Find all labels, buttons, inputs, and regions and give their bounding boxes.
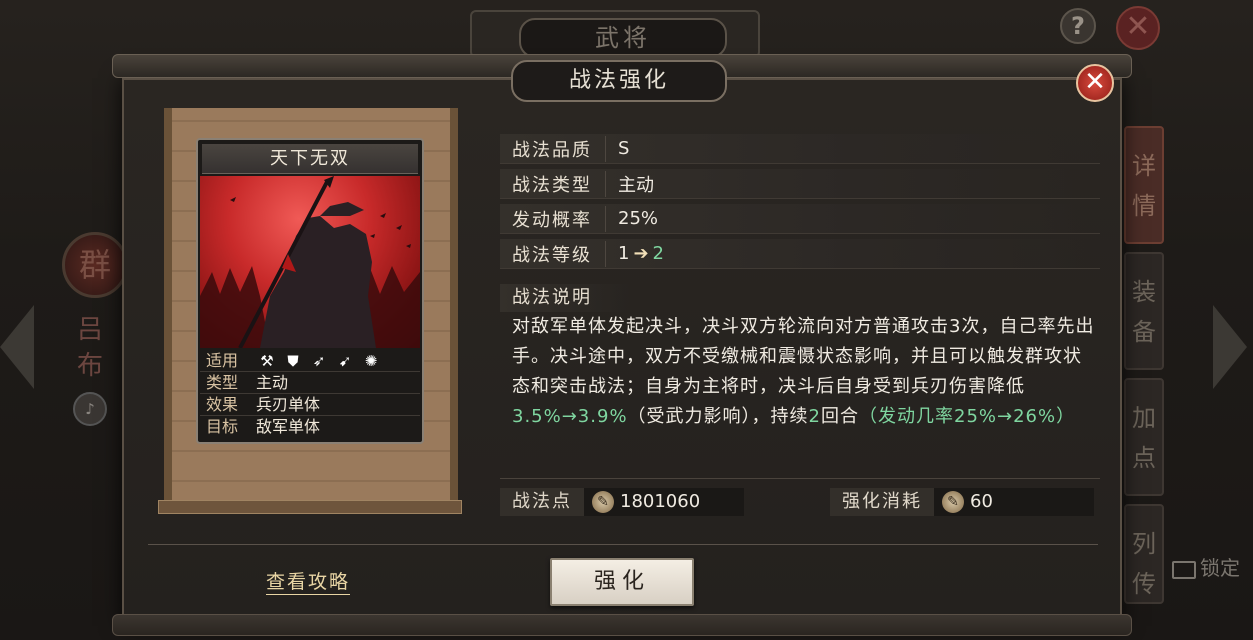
cost-value-box: ✎ 60 bbox=[934, 488, 1094, 516]
lock-label: 锁定 bbox=[1200, 556, 1240, 580]
stat-row-type: 类型 主动 bbox=[200, 372, 420, 394]
stat-value: 兵刃单体 bbox=[256, 395, 321, 414]
top-tab-title[interactable]: 武将 bbox=[519, 18, 727, 58]
stat-row-target: 目标 敌军单体 bbox=[200, 416, 420, 438]
background-close-icon[interactable]: ✕ bbox=[1116, 6, 1160, 50]
cost-label: 强化消耗 bbox=[830, 488, 934, 516]
side-tab-label: 详情 bbox=[1132, 152, 1156, 220]
hero-name: 吕布 bbox=[76, 315, 103, 381]
level-from: 1 bbox=[618, 243, 630, 264]
guide-link[interactable]: 查看攻略 bbox=[266, 570, 351, 595]
scroll-rod bbox=[158, 500, 462, 514]
enhance-button[interactable]: 强化 bbox=[550, 558, 694, 606]
stat-row-applicable: 适用 ⚒ ⛊ ➶ ➹ ✺ bbox=[200, 350, 420, 372]
skill-description: 对敌军单体发起决斗，决斗双方轮流向对方普通攻击3次，自己率先出手。决斗途中，双方… bbox=[512, 312, 1096, 432]
prev-hero-arrow-icon[interactable] bbox=[0, 305, 34, 389]
stat-value: 主动 bbox=[256, 373, 289, 392]
type-value: 主动 bbox=[618, 174, 654, 196]
points-value: 1801060 bbox=[620, 491, 701, 512]
troop-type-icons: ⚒ ⛊ ➶ ➹ ✺ bbox=[256, 350, 420, 371]
stat-row-effect: 效果 兵刃单体 bbox=[200, 394, 420, 416]
description-text: 对敌军单体发起决斗，决斗双方轮流向对方普通攻击3次，自己率先出手。决斗途中，双方… bbox=[512, 316, 1095, 397]
description-text: （受武力影响），持续 bbox=[627, 406, 809, 427]
side-tab-points[interactable]: 加点 bbox=[1124, 378, 1164, 496]
description-highlight: 3.5%→3.9% bbox=[512, 406, 628, 427]
skill-card-art bbox=[200, 176, 420, 348]
skill-points: 战法点 ✎ 1801060 bbox=[500, 488, 770, 516]
spear-icon: ➹ bbox=[338, 351, 352, 370]
warrior-silhouette-image bbox=[200, 176, 420, 348]
info-key: 战法等级 bbox=[500, 240, 606, 267]
rate-value: 25% bbox=[618, 208, 659, 229]
help-icon[interactable]: ? bbox=[1060, 8, 1096, 44]
side-tab-biography[interactable]: 列传 bbox=[1124, 504, 1164, 604]
stat-key: 适用 bbox=[206, 351, 239, 370]
arrow-right-icon: ➔ bbox=[633, 243, 649, 264]
points-value-box: ✎ 1801060 bbox=[584, 488, 744, 516]
side-tab-label: 装备 bbox=[1132, 278, 1156, 346]
info-key: 战法类型 bbox=[500, 170, 606, 197]
skill-point-icon: ✎ bbox=[942, 491, 964, 513]
next-hero-arrow-icon[interactable] bbox=[1213, 305, 1247, 389]
modal-bottom-rail bbox=[112, 614, 1132, 636]
enhance-cost: 强化消耗 ✎ 60 bbox=[830, 488, 1100, 516]
shield-icon: ⛊ bbox=[287, 351, 299, 370]
wheel-icon: ✺ bbox=[364, 351, 378, 370]
axe-icon: ⚒ bbox=[260, 351, 274, 370]
side-tab-details[interactable]: 详情 bbox=[1124, 126, 1164, 244]
cost-value: 60 bbox=[970, 491, 993, 512]
level-value: 1 ➔ 2 bbox=[606, 243, 664, 264]
level-to: 2 bbox=[652, 243, 664, 264]
description-text: 回合 bbox=[821, 406, 859, 427]
description-highlight: 2 bbox=[808, 406, 821, 427]
description-highlight: （发动几率25%→26%） bbox=[859, 406, 1076, 427]
footer-divider bbox=[148, 544, 1098, 545]
faction-badge: 群 bbox=[62, 232, 128, 298]
stat-key: 类型 bbox=[206, 373, 239, 392]
speaker-icon[interactable]: ♪ bbox=[73, 392, 107, 426]
quality-value: S bbox=[618, 138, 630, 159]
stat-key: 目标 bbox=[206, 417, 239, 436]
stat-key: 效果 bbox=[206, 395, 239, 414]
lock-toggle[interactable]: 锁定 bbox=[1172, 552, 1240, 581]
info-row-type: 战法类型 主动 bbox=[500, 169, 1100, 199]
info-key: 战法品质 bbox=[500, 135, 606, 162]
bow-icon: ➶ bbox=[312, 351, 326, 370]
info-row-rate: 发动概率 25% bbox=[500, 204, 1100, 234]
skill-point-icon: ✎ bbox=[592, 491, 614, 513]
skill-card-stats: 适用 ⚒ ⛊ ➶ ➹ ✺ 类型 主动 效果 兵刃单体 目标 敌军单体 bbox=[200, 350, 420, 438]
modal-title: 战法强化 bbox=[511, 60, 727, 102]
lock-icon bbox=[1172, 560, 1196, 579]
info-row-level: 战法等级 1 ➔ 2 bbox=[500, 239, 1100, 269]
close-icon[interactable]: ✕ bbox=[1076, 64, 1114, 102]
skill-card-name: 天下无双 bbox=[202, 144, 418, 174]
description-label: 战法说明 bbox=[500, 284, 630, 312]
side-tab-label: 列传 bbox=[1132, 530, 1156, 598]
points-label: 战法点 bbox=[500, 488, 584, 516]
info-key: 发动概率 bbox=[500, 205, 606, 232]
stat-value: 敌军单体 bbox=[256, 417, 321, 436]
side-tab-label: 加点 bbox=[1132, 404, 1156, 472]
info-row-quality: 战法品质 S bbox=[500, 134, 1100, 164]
side-tab-equipment[interactable]: 装备 bbox=[1124, 252, 1164, 370]
divider bbox=[500, 478, 1100, 479]
